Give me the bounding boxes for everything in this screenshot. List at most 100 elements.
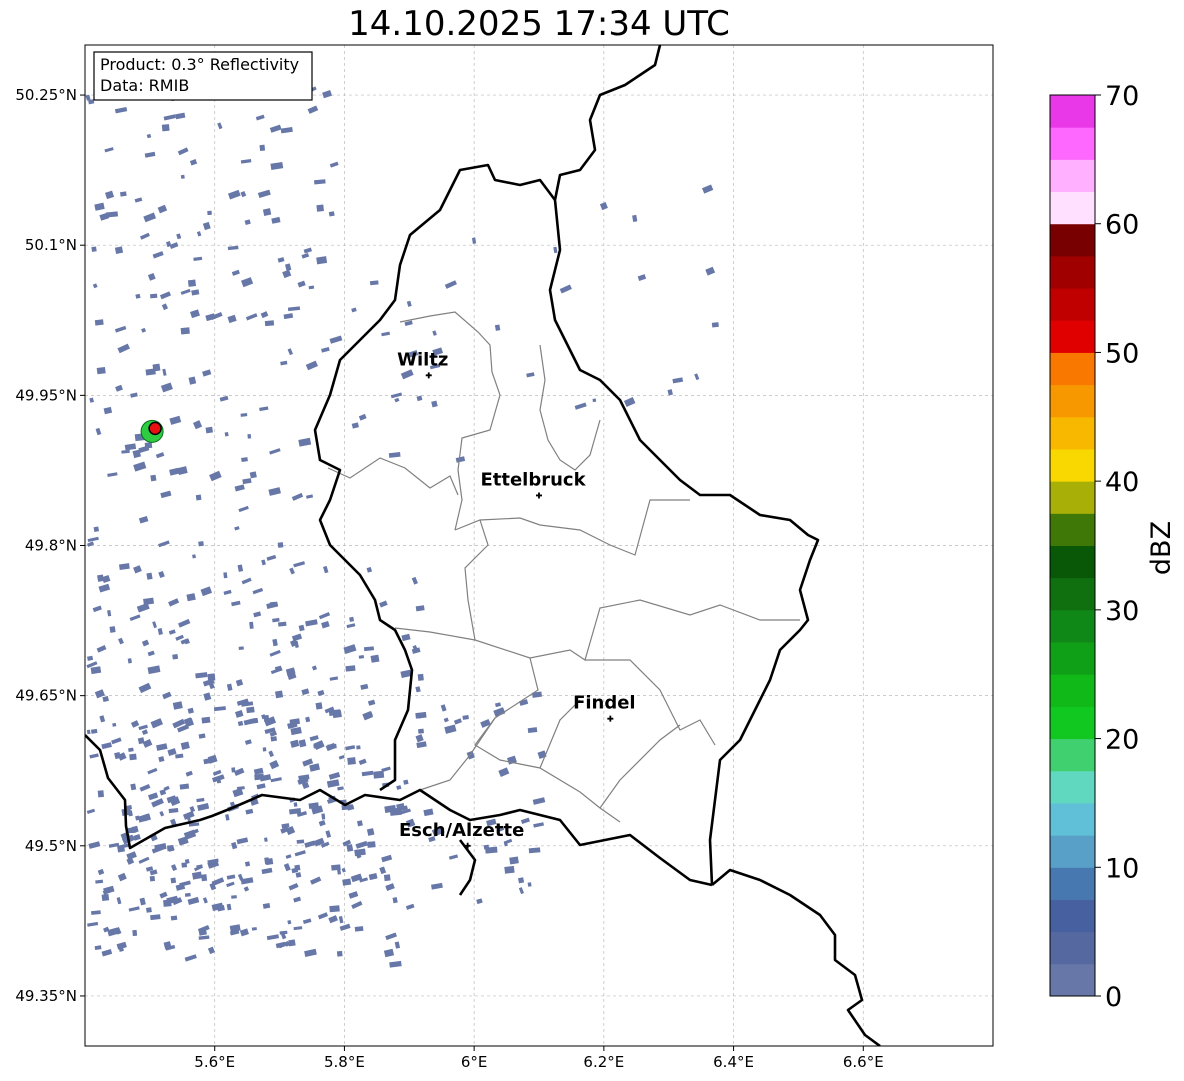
city-label: Ettelbruck (480, 469, 586, 490)
echo-cell (261, 867, 273, 875)
echo-cell (358, 413, 367, 421)
echo-cell (121, 449, 130, 454)
echo-cell (305, 494, 314, 499)
echo-cell (289, 718, 301, 726)
echo-cell (266, 554, 277, 561)
colorbar-segment (1050, 577, 1095, 611)
echo-cell (143, 212, 157, 223)
echo-cell (168, 808, 179, 814)
echo-cell (348, 891, 359, 899)
echo-cell (231, 600, 241, 607)
echo-cell (346, 623, 356, 629)
echo-cell (289, 567, 295, 575)
echo-cell (406, 300, 412, 307)
echo-cell (328, 915, 338, 924)
echo-cell (448, 854, 459, 860)
echo-cell (415, 734, 424, 743)
echo-cell (240, 190, 247, 198)
echo-cell (207, 210, 212, 216)
echo-cell (277, 621, 287, 627)
echo-cell (268, 487, 281, 496)
echo-cell (105, 211, 119, 218)
echo-cell (347, 757, 356, 765)
echo-cell (238, 505, 249, 513)
echo-cell (147, 792, 159, 801)
echo-cell (172, 654, 179, 660)
echo-cell (269, 124, 282, 133)
echo-cell (111, 737, 122, 745)
echo-cell (291, 492, 304, 501)
echo-cell (392, 897, 398, 904)
echo-cell (103, 885, 115, 895)
echo-cell (143, 597, 155, 606)
echo-cell (252, 587, 264, 595)
echo-cell (212, 769, 222, 776)
colorbar-segment (1050, 867, 1095, 900)
echo-cell (553, 246, 558, 254)
echo-cell (147, 767, 158, 775)
colorbar-segment (1050, 802, 1095, 836)
echo-cell (207, 946, 215, 955)
echo-cell (233, 767, 245, 777)
echo-cell (403, 779, 409, 785)
echo-cell (227, 245, 239, 251)
colorbar-segment (1050, 545, 1095, 579)
echo-cell (160, 382, 173, 393)
colorbar: 0 10 20 30 40 50 60 70 (1049, 81, 1139, 1013)
echo-cell (285, 263, 292, 272)
echo-cell (90, 728, 98, 734)
lat-tick-label: 49.65°N (15, 687, 77, 705)
echo-cell (87, 921, 99, 927)
info-product: Product: 0.3° Reflectivity (100, 55, 299, 74)
echo-cell (187, 707, 194, 714)
echo-cell (637, 274, 647, 281)
echo-cell (130, 783, 137, 791)
echo-cell (321, 813, 326, 820)
lat-tick-label: 49.5°N (25, 837, 77, 855)
echo-cell (251, 927, 257, 931)
info-box: Product: 0.3° Reflectivity Data: RMIB (93, 51, 313, 101)
echo-cell (226, 683, 233, 691)
city-markers: Wiltz Ettelbruck Findel Esch/Alzette (397, 349, 636, 849)
echo-cell (528, 847, 541, 854)
echo-cell (142, 738, 153, 748)
city-label: Esch/Alzette (399, 820, 524, 841)
echo-cell (231, 895, 237, 899)
echo-cell (367, 841, 376, 848)
colorbar-segment (1050, 642, 1095, 675)
echo-cell (188, 376, 197, 385)
echo-cell (102, 695, 109, 702)
echo-cell (87, 536, 99, 543)
echo-cell (211, 877, 225, 887)
echo-cell (179, 783, 190, 790)
echo-cell (287, 348, 293, 356)
colorbar-segment (1050, 609, 1095, 643)
echo-cell (283, 313, 294, 320)
echo-cell (358, 655, 365, 659)
echo-cell (351, 307, 357, 313)
echo-cell (245, 808, 254, 815)
echo-cell (201, 716, 211, 724)
echo-cell (339, 923, 351, 931)
echo-cell (184, 954, 197, 962)
echo-cell (440, 704, 447, 712)
echo-cell (97, 574, 104, 582)
echo-cell (107, 609, 112, 617)
echo-cell (238, 646, 244, 650)
echo-cell (151, 798, 164, 808)
echo-cell (198, 541, 204, 547)
echo-cell (224, 431, 229, 437)
echo-cell (170, 877, 177, 884)
echo-cell (114, 246, 124, 254)
colorbar-segment (1050, 352, 1095, 386)
lon-tick-label: 5.6°E (194, 1053, 235, 1071)
echo-cell (117, 637, 124, 645)
echo-cell (86, 729, 91, 735)
echo-cell (138, 724, 148, 731)
echo-cell (368, 873, 378, 881)
echo-cell (260, 311, 269, 319)
echo-cell (400, 369, 414, 380)
echo-cell (191, 289, 200, 296)
echo-cell (185, 770, 193, 777)
echo-cell (293, 926, 303, 931)
